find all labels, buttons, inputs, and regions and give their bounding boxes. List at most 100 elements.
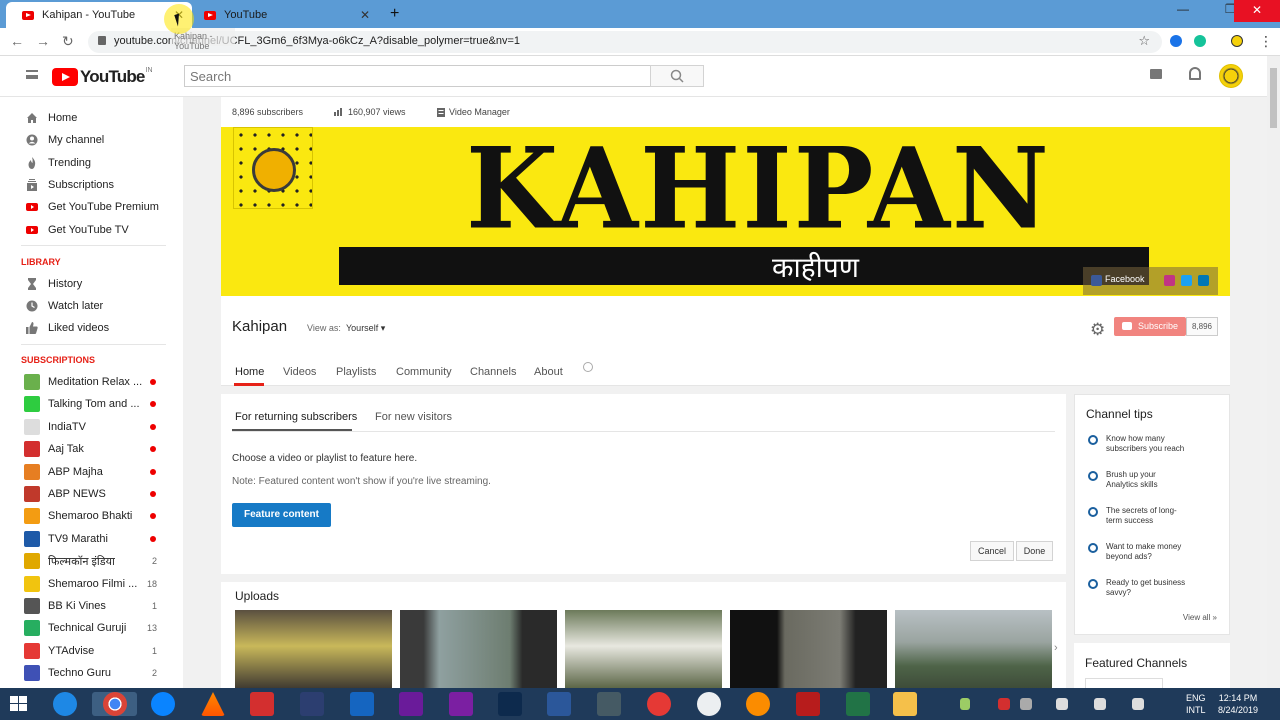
tab-returning-subscribers[interactable]: For returning subscribers (235, 411, 357, 423)
facebook-link[interactable]: Facebook (1105, 274, 1145, 284)
forward-arrow-icon[interactable]: → (36, 33, 50, 49)
tray-icon[interactable] (998, 698, 1010, 710)
twitter-icon[interactable] (1181, 275, 1192, 286)
file-explorer-icon[interactable] (893, 692, 917, 716)
back-arrow-icon[interactable]: ← (10, 33, 24, 49)
carousel-next-icon[interactable]: › (1054, 642, 1058, 654)
sidebar-subscription-item[interactable]: Shemaroo Filmi ... 18 (0, 573, 183, 595)
sidebar-subscription-item[interactable]: Shemaroo Bhakti (0, 505, 183, 527)
page-scrollbar[interactable] (1267, 56, 1280, 688)
sidebar-subscription-item[interactable]: TV9 Marathi (0, 528, 183, 550)
reload-icon[interactable]: ↻ (62, 33, 74, 50)
gear-icon[interactable]: ⚙ (1090, 320, 1105, 340)
tab-about[interactable]: About (534, 366, 563, 378)
view-as-dropdown[interactable]: Yourself ▾ (346, 323, 385, 334)
sidebar-subscription-item[interactable]: ABP Majha (0, 461, 183, 483)
rupee-app-icon[interactable] (697, 692, 721, 716)
extension-icon[interactable] (1170, 35, 1182, 47)
sidebar-item-premium[interactable]: Get YouTube Premium (0, 196, 183, 218)
app-icon[interactable] (796, 692, 820, 716)
minimize-button[interactable]: — (1177, 2, 1189, 16)
video-thumbnail[interactable] (235, 610, 392, 690)
app-icon[interactable] (350, 692, 374, 716)
internet-explorer-icon[interactable] (53, 692, 77, 716)
sidebar-subscription-item[interactable]: Aaj Tak (0, 438, 183, 460)
app-icon[interactable] (449, 692, 473, 716)
window-close-button[interactable]: ✕ (1234, 0, 1280, 22)
sidebar-item-trending[interactable]: Trending (0, 152, 183, 174)
video-manager-link[interactable]: Video Manager (449, 107, 510, 117)
channel-search-icon[interactable] (583, 362, 593, 372)
app-icon[interactable] (746, 692, 770, 716)
tab-community[interactable]: Community (396, 366, 452, 378)
tab-videos[interactable]: Videos (283, 366, 316, 378)
tab-home[interactable]: Home (235, 366, 264, 378)
video-thumbnail[interactable] (565, 610, 722, 690)
input-language[interactable]: ENG INTL (1186, 692, 1206, 716)
windows-start-icon[interactable] (10, 696, 28, 712)
done-button[interactable]: Done (1016, 541, 1053, 561)
teamviewer-icon[interactable] (151, 692, 175, 716)
volume-icon[interactable] (1056, 698, 1068, 710)
excel-icon[interactable] (846, 692, 870, 716)
linkedin-icon[interactable] (1198, 275, 1209, 286)
tab-new-visitors[interactable]: For new visitors (375, 411, 452, 423)
instagram-icon[interactable] (1164, 275, 1175, 286)
acrobat-icon[interactable] (250, 692, 274, 716)
bookmark-star-icon[interactable]: ☆ (1138, 33, 1150, 49)
hamburger-menu-icon[interactable] (26, 70, 38, 79)
address-bar[interactable]: youtube.com/channel/UCFL_3Gm6_6f3Mya-o6k… (88, 31, 1162, 53)
sidebar-subscription-item[interactable]: YTAdvise 1 (0, 640, 183, 662)
sidebar-item-liked-videos[interactable]: Liked videos (0, 317, 183, 339)
tray-icon[interactable] (1132, 698, 1144, 710)
tab-playlists[interactable]: Playlists (336, 366, 376, 378)
system-clock[interactable]: 12:14 PM 8/24/2019 (1218, 692, 1258, 716)
grammarly-icon[interactable] (1194, 35, 1206, 47)
cancel-button[interactable]: Cancel (970, 541, 1014, 561)
feature-content-button[interactable]: Feature content (232, 503, 331, 527)
notifications-bell-icon[interactable] (1189, 67, 1201, 80)
menu-dots-icon[interactable]: ⋮ (1259, 33, 1273, 50)
tab-youtube[interactable]: YouTube ✕ (188, 2, 378, 28)
scrollbar-thumb[interactable] (1270, 68, 1277, 128)
search-button[interactable] (650, 65, 704, 87)
photoshop-icon[interactable] (498, 692, 522, 716)
sidebar-subscription-item[interactable]: Meditation Relax ... (0, 371, 183, 393)
facebook-icon[interactable] (1091, 275, 1102, 286)
tab-close-icon[interactable]: ✕ (360, 8, 370, 22)
sidebar-item-youtube-tv[interactable]: Get YouTube TV (0, 219, 183, 241)
app-icon[interactable] (647, 692, 671, 716)
view-all-link[interactable]: View all » (1183, 613, 1217, 622)
video-thumbnail[interactable] (400, 610, 557, 690)
tray-icon[interactable] (960, 698, 970, 710)
chrome-icon[interactable] (103, 692, 127, 716)
network-icon[interactable] (1094, 698, 1106, 710)
word-icon[interactable] (547, 692, 571, 716)
search-input[interactable]: Search (184, 65, 651, 87)
sidebar-subscription-item[interactable]: Talking Tom and ... (0, 393, 183, 415)
video-thumbnail[interactable] (895, 610, 1052, 690)
sidebar-subscription-item[interactable]: Techno Guru 2 (0, 662, 183, 684)
channel-icon[interactable] (233, 127, 313, 209)
account-avatar[interactable] (1219, 64, 1243, 88)
sidebar-item-my-channel[interactable]: My channel (0, 129, 183, 151)
sidebar-subscription-item[interactable]: ABP NEWS (0, 483, 183, 505)
tray-icon[interactable] (1020, 698, 1032, 710)
sidebar-item-home[interactable]: Home (0, 107, 183, 129)
upload-video-icon[interactable] (1150, 69, 1162, 79)
sidebar-subscription-item[interactable]: IndiaTV (0, 416, 183, 438)
virtualbox-icon[interactable] (597, 692, 621, 716)
sidebar-item-subscriptions[interactable]: Subscriptions (0, 174, 183, 196)
sidebar-subscription-item[interactable]: BB Ki Vines 1 (0, 595, 183, 617)
sidebar-subscription-item[interactable]: फिल्मकॉन इंडिया 2 (0, 550, 183, 572)
sidebar-subscription-item[interactable]: Technical Guruji 13 (0, 617, 183, 639)
app-icon[interactable] (399, 692, 423, 716)
subscribe-button[interactable]: Subscribe (1114, 317, 1186, 336)
app-icon[interactable] (300, 692, 324, 716)
youtube-logo[interactable]: YouTube IN (52, 67, 153, 87)
sidebar-item-history[interactable]: History (0, 273, 183, 295)
sidebar-item-watch-later[interactable]: Watch later (0, 295, 183, 317)
vlc-icon[interactable] (201, 692, 225, 716)
video-thumbnail[interactable] (730, 610, 887, 690)
profile-icon[interactable] (1231, 35, 1243, 47)
